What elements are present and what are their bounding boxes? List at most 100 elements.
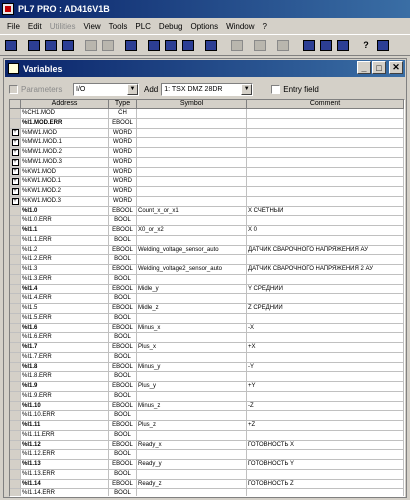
cell-comment[interactable]: -Y (247, 362, 404, 373)
save-button[interactable] (43, 37, 59, 53)
connect-button[interactable] (203, 37, 219, 53)
cell-address[interactable]: %I1.14 (21, 479, 109, 490)
table-row[interactable]: %I1.9.ERR BOOL (10, 391, 404, 402)
table-row[interactable]: + %KW1.MOD.2 WORD (10, 187, 404, 197)
cell-symbol[interactable] (137, 391, 247, 402)
cell-address[interactable]: %I1.13 (21, 460, 109, 470)
cell-type[interactable]: EBOOL (109, 421, 137, 431)
tile-button[interactable] (301, 37, 317, 53)
cell-type[interactable]: EBOOL (109, 304, 137, 314)
table-row[interactable]: %I1.1 EBOOL X0_or_x2 X 0 (10, 226, 404, 236)
table-row[interactable]: %I1.6 EBOOL Minus_x -X (10, 323, 404, 334)
cell-symbol[interactable]: Ready_y (137, 460, 247, 470)
menu-item-options[interactable]: Options (187, 22, 223, 31)
cell-comment[interactable] (247, 430, 404, 441)
cell-type[interactable]: BOOL (109, 352, 137, 363)
cell-address[interactable]: %MW1.MOD.1 (21, 138, 109, 148)
cell-type[interactable]: BOOL (109, 469, 137, 480)
stop-button[interactable] (249, 37, 271, 53)
cell-symbol[interactable] (137, 118, 247, 129)
cell-type[interactable]: EBOOL (109, 401, 137, 412)
expand-icon[interactable]: + (11, 129, 19, 137)
cell-symbol[interactable] (137, 138, 247, 148)
cell-comment[interactable] (247, 333, 404, 343)
cell-address[interactable]: %I1.12.ERR (21, 450, 109, 460)
cell-symbol[interactable]: Plus_y (137, 382, 247, 392)
cell-comment[interactable] (247, 148, 404, 158)
cell-comment[interactable] (247, 187, 404, 197)
menu-item-help[interactable]: ? (259, 22, 271, 31)
cell-address[interactable]: %I1.9.ERR (21, 391, 109, 402)
variables-button[interactable] (146, 37, 162, 53)
cell-symbol[interactable]: Welding_voltage_sensor_auto (137, 245, 247, 256)
cell-address[interactable]: %I1.2 (21, 245, 109, 256)
cell-address[interactable]: %I1.1 (21, 226, 109, 236)
cell-symbol[interactable] (137, 128, 247, 139)
cell-symbol[interactable] (137, 177, 247, 187)
table-row[interactable]: %I1.2 EBOOL Welding_voltage_sensor_auto ДАТ… (10, 245, 404, 256)
table-row[interactable]: + %MW1.MOD.1 WORD (10, 138, 404, 148)
cell-address[interactable]: %KW1.MOD (21, 167, 109, 178)
cell-type[interactable]: BOOL (109, 391, 137, 402)
cell-address[interactable]: %I1.4.ERR (21, 294, 109, 304)
cell-type[interactable]: WORD (109, 167, 137, 178)
cell-symbol[interactable] (137, 216, 247, 226)
cell-comment[interactable] (247, 177, 404, 187)
expand-icon[interactable]: + (11, 178, 19, 186)
cell-type[interactable]: BOOL (109, 430, 137, 441)
cell-comment[interactable]: ГОТОВНОСТЬ X (247, 440, 404, 451)
cell-type[interactable]: WORD (109, 177, 137, 187)
cell-address[interactable]: %I1.3 (21, 265, 109, 275)
table-row[interactable]: %I1.13.ERR BOOL (10, 469, 404, 480)
cell-type[interactable]: BOOL (109, 372, 137, 382)
undo-button[interactable] (83, 37, 99, 53)
cell-address[interactable]: %I1.10.ERR (21, 411, 109, 421)
cell-type[interactable]: EBOOL (109, 382, 137, 392)
cell-comment[interactable] (247, 391, 404, 402)
transfer-button[interactable] (180, 37, 196, 53)
cell-comment[interactable]: +X (247, 343, 404, 353)
cell-comment[interactable] (247, 450, 404, 460)
expand-icon[interactable]: + (11, 158, 19, 166)
menu-item-file[interactable]: File (3, 22, 24, 31)
table-row[interactable]: %I1.14 EBOOL Ready_z ГОТОВНОСТЬ Z (10, 479, 404, 490)
table-row[interactable]: %I1.MOD.ERR EBOOL (10, 118, 404, 129)
cell-comment[interactable] (247, 196, 404, 207)
menu-item-tools[interactable]: Tools (105, 22, 132, 31)
cell-type[interactable]: BOOL (109, 294, 137, 304)
cell-type[interactable]: WORD (109, 148, 137, 158)
table-row[interactable]: %I1.6.ERR BOOL (10, 333, 404, 343)
cell-address[interactable]: %I1.7 (21, 343, 109, 353)
cell-type[interactable]: BOOL (109, 450, 137, 460)
cell-comment[interactable]: Z СРЕДНИЙ (247, 304, 404, 314)
cell-symbol[interactable] (137, 352, 247, 363)
header-comment[interactable]: Comment (247, 100, 404, 109)
table-row[interactable]: %I1.0 EBOOL Count_x_or_x1 X СЧЕТНЫЙ (10, 206, 404, 217)
cell-type[interactable]: CH (109, 109, 137, 119)
cell-comment[interactable]: ДАТЧИК СВАРОЧНОГО НАПРЯЖЕНИЯ АУ (247, 245, 404, 256)
table-row[interactable]: %I1.1.ERR BOOL (10, 235, 404, 246)
table-row[interactable]: + %KW1.MOD.3 WORD (10, 196, 404, 207)
cell-symbol[interactable]: Minus_y (137, 362, 247, 373)
cell-type[interactable]: EBOOL (109, 206, 137, 217)
menu-item-edit[interactable]: Edit (24, 22, 46, 31)
cell-comment[interactable] (247, 489, 404, 496)
cell-type[interactable]: EBOOL (109, 245, 137, 256)
cell-address[interactable]: %I1.2.ERR (21, 255, 109, 265)
cell-comment[interactable] (247, 216, 404, 226)
cell-address[interactable]: %I1.11 (21, 421, 109, 431)
cell-type[interactable]: BOOL (109, 489, 137, 496)
cell-address[interactable]: %MW1.MOD.2 (21, 148, 109, 158)
cell-type[interactable]: BOOL (109, 274, 137, 285)
cell-comment[interactable] (247, 294, 404, 304)
cell-comment[interactable] (247, 274, 404, 285)
cell-comment[interactable] (247, 255, 404, 265)
cell-address[interactable]: %KW1.MOD.3 (21, 196, 109, 207)
cell-comment[interactable] (247, 167, 404, 178)
cell-type[interactable]: BOOL (109, 255, 137, 265)
cell-symbol[interactable] (137, 469, 247, 480)
cell-type[interactable]: BOOL (109, 313, 137, 324)
cell-comment[interactable] (247, 352, 404, 363)
type-select[interactable]: I/O ▼ (73, 82, 139, 96)
header-address[interactable]: Address (21, 100, 109, 109)
